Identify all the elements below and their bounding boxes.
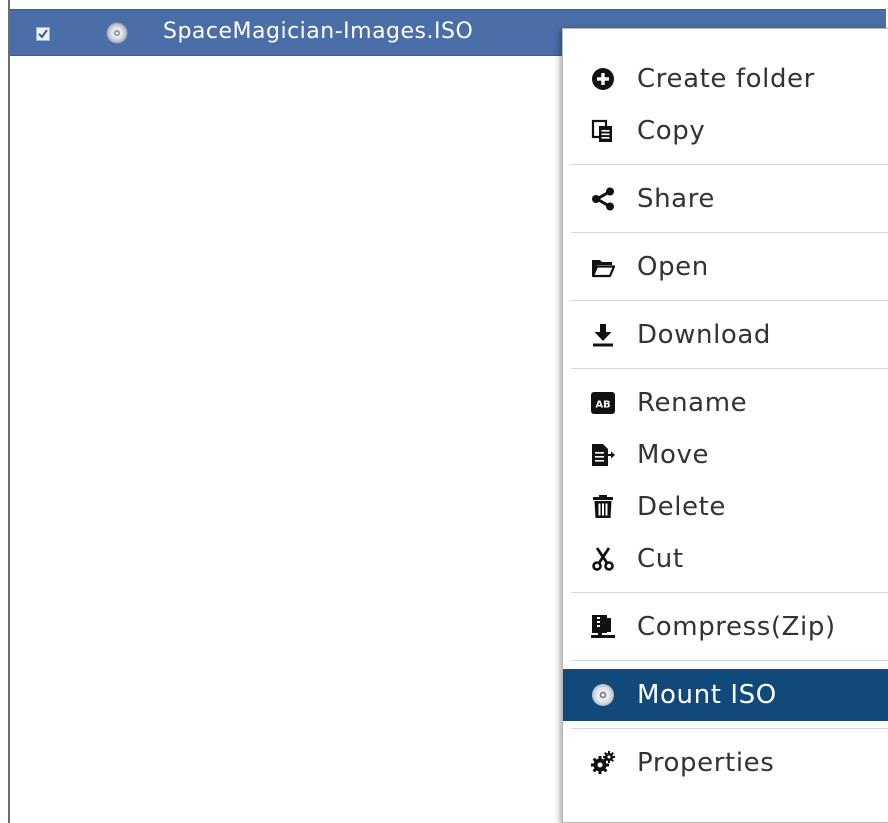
menu-separator [571,164,888,165]
menu-item-label: Share [637,184,716,214]
scissors-icon [592,547,614,571]
menu-item-label: Open [637,252,709,282]
menu-item-cut[interactable]: Cut [563,533,888,585]
checkmark-icon [38,29,48,39]
trash-icon [593,495,613,518]
menu-separator [571,300,888,301]
menu-item-label: Mount ISO [637,680,777,710]
share-icon [592,187,614,211]
menu-separator [571,232,888,233]
menu-item-label: Copy [637,116,706,146]
gears-icon [591,751,615,774]
move-icon [592,444,615,466]
row-checkbox[interactable] [36,27,50,41]
menu-item-label: Download [637,320,772,350]
menu-item-compress[interactable]: Compress(Zip) [563,601,888,653]
menu-item-copy[interactable]: Copy [563,105,888,157]
file-name[interactable]: SpaceMagician-Images.ISO [163,19,473,44]
context-menu: Create folder Copy Share Open Download A… [562,28,888,823]
menu-item-mount-iso[interactable]: Mount ISO [563,669,888,721]
menu-item-delete[interactable]: Delete [563,481,888,533]
copy-icon [591,119,612,142]
menu-item-open[interactable]: Open [563,241,888,293]
menu-separator [571,728,888,729]
compress-icon [591,615,615,638]
menu-item-label: Delete [637,492,727,522]
rename-icon: AB [591,392,615,414]
menu-item-label: Compress(Zip) [637,612,836,642]
menu-separator [571,368,888,369]
disc-icon [106,22,128,44]
plus-circle-icon [592,68,614,90]
menu-item-move[interactable]: Move [563,429,888,481]
menu-item-label: Properties [637,748,775,778]
menu-separator [571,660,888,661]
menu-item-label: Create folder [637,64,815,94]
menu-item-label: Cut [637,544,684,574]
menu-item-download[interactable]: Download [563,309,888,361]
folder-open-icon [591,260,615,278]
menu-item-label: Move [637,440,710,470]
menu-item-properties[interactable]: Properties [563,737,888,789]
menu-item-rename[interactable]: AB Rename [563,377,888,429]
menu-separator [571,592,888,593]
menu-item-create-folder[interactable]: Create folder [563,53,888,105]
menu-item-label: Rename [637,388,748,418]
menu-item-share[interactable]: Share [563,173,888,225]
svg-text:AB: AB [595,400,610,411]
disc-icon [592,684,614,706]
download-icon [593,324,613,347]
